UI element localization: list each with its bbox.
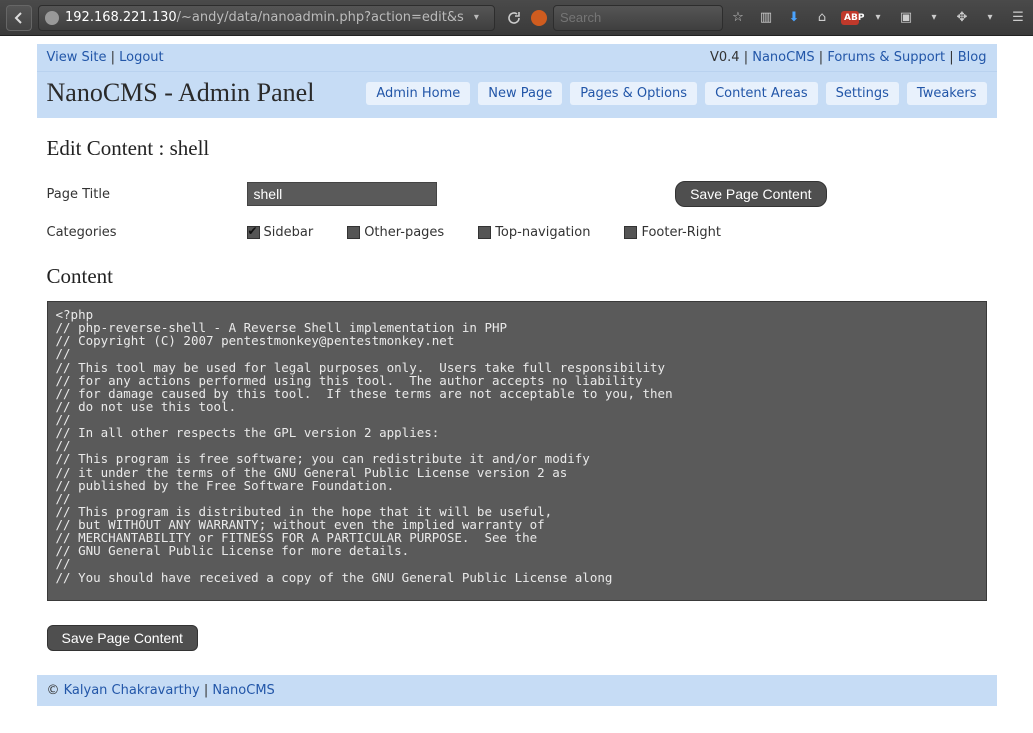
browser-logo-icon <box>531 10 547 26</box>
search-input[interactable] <box>560 10 716 25</box>
logout-link[interactable]: Logout <box>119 50 164 65</box>
copyright-symbol: © <box>47 683 60 698</box>
site-identity-icon <box>45 11 59 25</box>
chrome-icon-group: ☆ ▥ ⬇ ⌂ ABP ▾ ▣ ▾ ✥ ▾ ☰ <box>729 10 1027 25</box>
home-icon[interactable]: ⌂ <box>813 10 831 25</box>
main-nav: Admin Home New Page Pages & Options Cont… <box>366 82 986 105</box>
content-textarea[interactable] <box>47 301 987 601</box>
nav-tweakers[interactable]: Tweakers <box>907 82 987 105</box>
divider: | <box>111 50 120 65</box>
version-text: V0.4 <box>710 50 740 65</box>
page-title-input[interactable] <box>247 182 437 206</box>
app-title: NanoCMS - Admin Panel <box>47 78 315 108</box>
browser-toolbar: 192.168.221.130/~andy/data/nanoadmin.php… <box>0 0 1033 36</box>
editor-wrap <box>47 301 987 605</box>
downloads-icon[interactable]: ⬇ <box>785 10 803 25</box>
nav-admin-home[interactable]: Admin Home <box>366 82 470 105</box>
categories-row: Categories Sidebar Other-pages Top-navig… <box>47 225 987 240</box>
header: NanoCMS - Admin Panel Admin Home New Pag… <box>37 71 997 118</box>
save-page-content-button-bottom[interactable]: Save Page Content <box>47 625 198 651</box>
category-label: Sidebar <box>264 225 314 240</box>
category-label: Top-navigation <box>495 225 590 240</box>
page-title-row: Page Title Save Page Content <box>47 181 987 207</box>
author-link[interactable]: Kalyan Chakravarthy <box>64 683 200 698</box>
divider: | <box>744 50 753 65</box>
proxy-icon[interactable]: ✥ <box>953 10 971 25</box>
save-page-content-button[interactable]: Save Page Content <box>675 181 826 207</box>
url-text: 192.168.221.130/~andy/data/nanoadmin.php… <box>65 10 464 25</box>
category-other-pages[interactable]: Other-pages <box>347 225 444 240</box>
nanocms-link[interactable]: NanoCMS <box>752 50 814 65</box>
nav-pages-options[interactable]: Pages & Options <box>570 82 697 105</box>
checkbox-icon[interactable] <box>247 226 260 239</box>
top-utility-bar: View Site | Logout V0.4 | NanoCMS | Foru… <box>37 44 997 71</box>
chevron-down-icon[interactable]: ▾ <box>869 12 887 23</box>
categories-label: Categories <box>47 225 227 240</box>
nav-settings[interactable]: Settings <box>826 82 899 105</box>
addon-icon[interactable]: ▣ <box>897 10 915 25</box>
reload-button[interactable] <box>501 5 525 31</box>
back-button[interactable] <box>6 5 32 31</box>
bookmark-star-icon[interactable]: ☆ <box>729 10 747 25</box>
category-sidebar[interactable]: Sidebar <box>247 225 314 240</box>
search-bar[interactable] <box>553 5 723 31</box>
category-label: Other-pages <box>364 225 444 240</box>
view-site-link[interactable]: View Site <box>47 50 107 65</box>
page-container: View Site | Logout V0.4 | NanoCMS | Foru… <box>37 44 997 706</box>
divider: | <box>949 50 958 65</box>
footer: © Kalyan Chakravarthy | NanoCMS <box>37 675 997 706</box>
topbar-right: V0.4 | NanoCMS | Forums & Support | Blog <box>710 50 987 65</box>
checkbox-icon[interactable] <box>624 226 637 239</box>
chevron-down-icon[interactable]: ▾ <box>925 12 943 23</box>
abp-icon[interactable]: ABP <box>841 11 859 25</box>
main-content: Edit Content : shell Page Title Save Pag… <box>37 118 997 675</box>
checkbox-icon[interactable] <box>478 226 491 239</box>
categories-group: Sidebar Other-pages Top-navigation Foote… <box>247 225 721 240</box>
project-link[interactable]: NanoCMS <box>212 683 274 698</box>
page-heading: Edit Content : shell <box>47 136 987 161</box>
topbar-left: View Site | Logout <box>47 50 164 65</box>
library-icon[interactable]: ▥ <box>757 10 775 25</box>
checkbox-icon[interactable] <box>347 226 360 239</box>
category-footer-right[interactable]: Footer-Right <box>624 225 720 240</box>
nav-content-areas[interactable]: Content Areas <box>705 82 818 105</box>
content-heading: Content <box>47 264 987 289</box>
nav-new-page[interactable]: New Page <box>478 82 562 105</box>
menu-icon[interactable]: ☰ <box>1009 10 1027 25</box>
category-top-navigation[interactable]: Top-navigation <box>478 225 590 240</box>
chevron-down-icon[interactable]: ▾ <box>981 12 999 23</box>
chevron-down-icon[interactable]: ▾ <box>474 12 479 23</box>
blog-link[interactable]: Blog <box>958 50 987 65</box>
page-title-label: Page Title <box>47 187 227 202</box>
url-bar[interactable]: 192.168.221.130/~andy/data/nanoadmin.php… <box>38 5 495 31</box>
category-label: Footer-Right <box>641 225 720 240</box>
forums-link[interactable]: Forums & Support <box>827 50 945 65</box>
